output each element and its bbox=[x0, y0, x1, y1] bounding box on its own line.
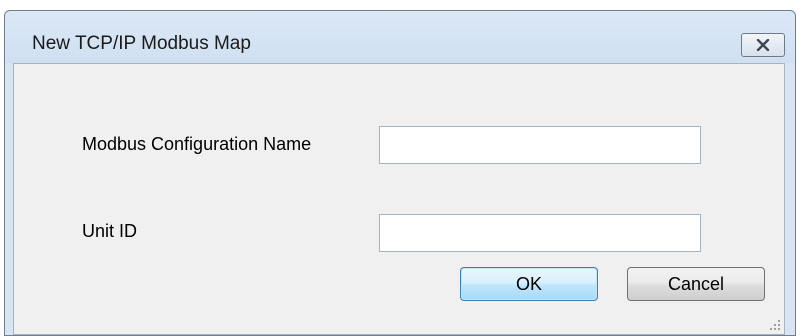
modbus-configuration-name-input[interactable] bbox=[379, 126, 701, 164]
new-modbus-map-dialog: New TCP/IP Modbus Map Modbus Configurati… bbox=[4, 10, 796, 336]
cancel-button[interactable]: Cancel bbox=[627, 267, 765, 301]
resize-grip-icon[interactable] bbox=[769, 319, 781, 331]
dialog-title: New TCP/IP Modbus Map bbox=[32, 33, 251, 54]
close-button[interactable] bbox=[741, 33, 785, 57]
title-bar[interactable]: New TCP/IP Modbus Map bbox=[5, 11, 795, 63]
unit-id-label: Unit ID bbox=[82, 221, 138, 241]
dialog-client-area: Modbus Configuration Name Unit ID OK Can… bbox=[13, 63, 785, 335]
modbus-configuration-name-label: Modbus Configuration Name bbox=[82, 134, 312, 154]
unit-id-input[interactable] bbox=[379, 214, 701, 252]
ok-button[interactable]: OK bbox=[460, 267, 598, 301]
close-icon bbox=[756, 39, 770, 51]
